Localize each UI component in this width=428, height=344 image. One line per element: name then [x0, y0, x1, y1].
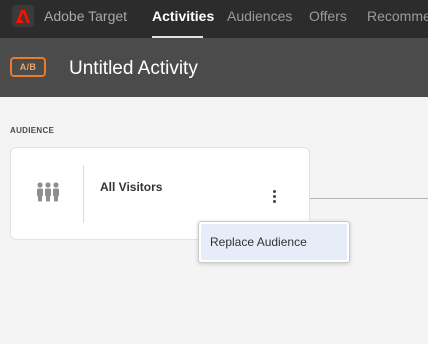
- kebab-dot: [272, 199, 276, 203]
- nav-item-activities[interactable]: Activities: [152, 8, 214, 24]
- audience-name: All Visitors: [100, 180, 163, 194]
- activity-title[interactable]: Untitled Activity: [69, 58, 198, 80]
- kebab-dot: [272, 194, 276, 198]
- audience-context-menu: Replace Audience: [198, 221, 350, 263]
- kebab-dot: [272, 189, 276, 193]
- more-vertical-icon[interactable]: [266, 186, 282, 206]
- activity-header: A/B Untitled Activity: [0, 38, 428, 97]
- menu-item-replace-audience[interactable]: Replace Audience: [201, 224, 347, 260]
- nav-item-audiences[interactable]: Audiences: [227, 8, 292, 24]
- nav-item-recommendations[interactable]: Recommen: [367, 8, 428, 24]
- adobe-logo-icon[interactable]: [12, 5, 34, 27]
- flow-connector-line: [310, 198, 428, 199]
- activity-type-badge: A/B: [10, 57, 46, 77]
- top-nav-bar: Adobe Target Activities Audiences Offers…: [0, 0, 428, 38]
- audience-section-label: AUDIENCE: [10, 126, 55, 135]
- people-group-icon: [36, 182, 60, 209]
- nav-item-offers[interactable]: Offers: [309, 8, 347, 24]
- app-name[interactable]: Adobe Target: [44, 8, 127, 24]
- card-divider: [83, 165, 84, 223]
